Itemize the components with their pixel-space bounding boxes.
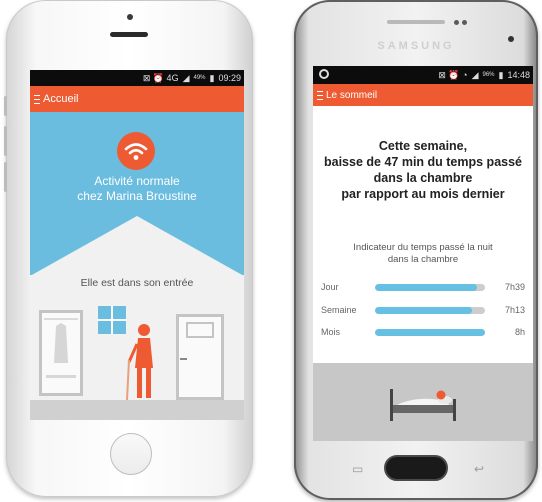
home-button[interactable] [110,433,152,475]
indicator-title-line-1: Indicateur du temps passé la nuit [353,242,493,253]
weekly-summary-line-2: baisse de 47 min du temps passé [324,155,522,169]
volume-down-button [4,162,7,192]
recent-apps-key[interactable]: ▭ [352,462,363,476]
weekly-summary: Cette semaine, baisse de 47 min du temps… [313,138,533,202]
bar-track-jour [375,284,485,291]
bar-label-jour: Jour [321,282,339,292]
indicator-title-line-2: dans la chambre [387,254,459,265]
bar-value-semaine: 7h13 [504,305,525,315]
bar-fill-mois [375,329,485,336]
left-screen: ⊠ ⏰ 4G ◢ 49% ▮ 09:29 Accueil Activité no… [30,70,244,420]
battery-percent: 96% [482,72,495,78]
activity-status: Activité normale chez Marina Broustine [30,174,244,204]
bar-label-semaine: Semaine [321,305,357,315]
bar-label-mois: Mois [321,327,341,337]
samsung-device: SAMSUNG ⊠ ⏰ ◔ ◢ 96% ▮ 14:48 Le sommeil C… [294,0,538,500]
back-key[interactable]: ↩ [474,462,484,476]
bar-track-semaine [375,307,485,314]
wifi-icon[interactable] [117,132,155,170]
location-status: Elle est dans son entrée [80,277,194,289]
status-icons: ⊠ ⏰ 4G [142,72,179,83]
door-handle [180,358,187,360]
battery-percent: 49% [193,75,206,81]
activity-status-line-1: Activité normale [94,174,180,188]
activity-status-line-2: chez Marina Broustine [77,189,197,203]
status-time: 14:48 [507,70,530,80]
iphone-device: ⊠ ⏰ 4G ◢ 49% ▮ 09:29 Accueil Activité no… [4,0,253,497]
bar-track-mois [375,329,485,336]
status-time: 09:29 [218,73,241,83]
front-sensor [454,20,459,25]
app-bar-title: Le sommeil [326,89,378,101]
front-camera [127,14,133,20]
battery-icon: ▮ [209,72,215,83]
right-screen: ⊠ ⏰ ◔ ◢ 96% ▮ 14:48 Le sommeil Cette sem… [313,66,533,441]
weekly-summary-line-3: dans la chambre [373,171,473,185]
volume-up-button [4,126,7,156]
menu-icon[interactable] [34,94,40,104]
weekly-summary-line-4: par rapport au mois dernier [341,187,505,201]
wardrobe-illustration [39,310,83,396]
bed-icon [390,389,456,421]
app-bar: Accueil [30,86,244,112]
status-bar: ⊠ ⏰ ◔ ◢ 96% ▮ 14:48 [313,66,533,84]
indicator-title: Indicateur du temps passé la nuit dans l… [313,242,533,266]
menu-icon[interactable] [317,90,323,100]
status-icons: ⊠ ⏰ ◔ [438,69,468,80]
front-sensor-2 [462,20,467,25]
battery-icon: ▮ [498,69,504,80]
app-bar-title: Accueil [43,93,79,105]
house-roof [30,216,244,276]
door-window [186,322,214,338]
app-bar: Le sommeil [313,84,533,106]
brand-logo: SAMSUNG [377,40,455,52]
status-bar: ⊠ ⏰ 4G ◢ 49% ▮ 09:29 [30,70,244,86]
floor [30,400,244,420]
notification-icon [319,69,329,79]
bar-value-jour: 7h39 [504,282,525,292]
signal-icon: ◢ [471,69,479,80]
earpiece-speaker [110,32,148,37]
home-button[interactable] [384,455,448,481]
weekly-summary-line-1: Cette semaine, [378,139,468,153]
earpiece-speaker [387,20,445,24]
bar-value-mois: 8h [514,327,525,337]
signal-icon: ◢ [182,72,190,83]
bar-fill-jour [375,284,478,291]
bedroom-illustration [313,363,533,441]
mute-switch [4,96,7,116]
bar-fill-semaine [375,307,472,314]
person-with-cane-icon [126,324,153,401]
